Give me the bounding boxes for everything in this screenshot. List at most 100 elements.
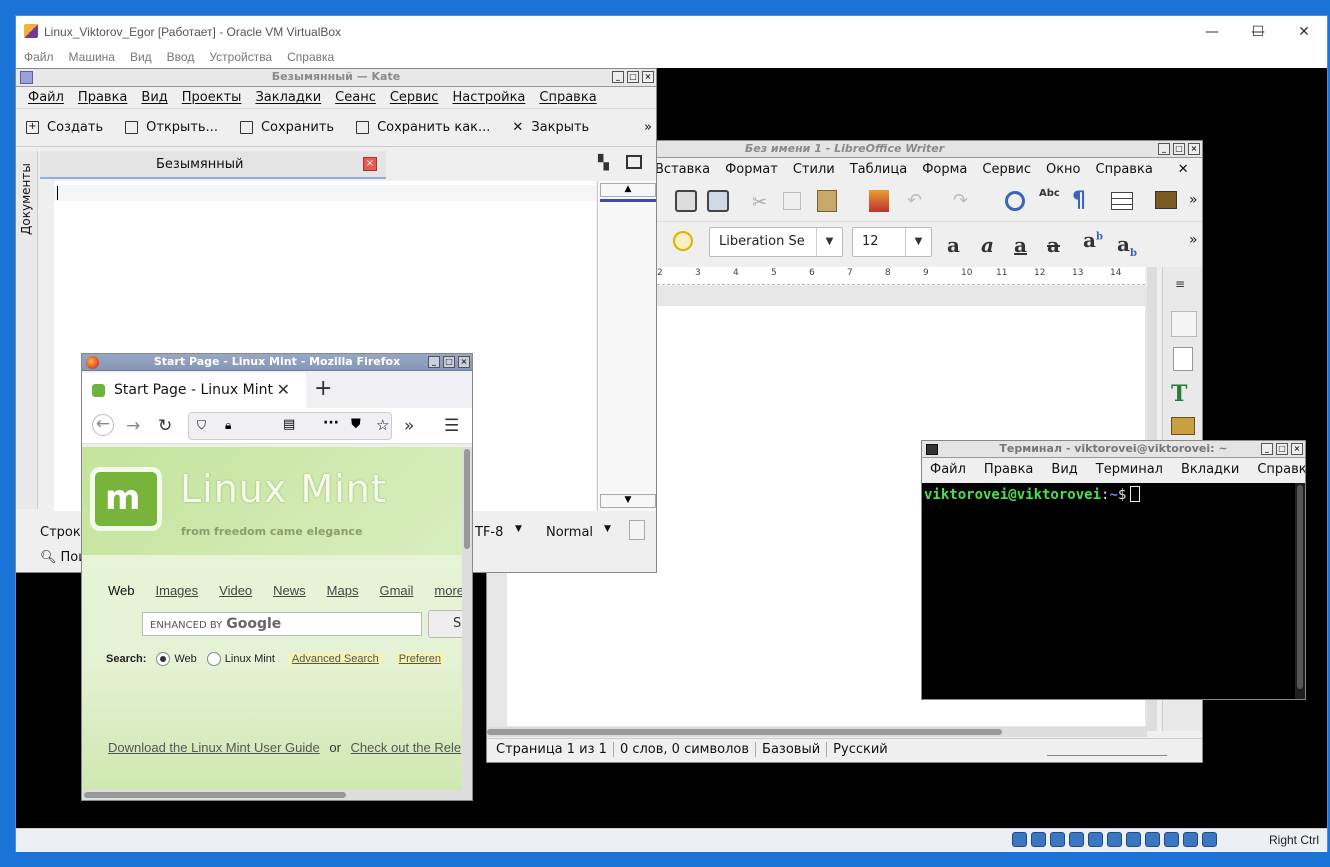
horizontal-ruler[interactable]: 2 3 4 5 6 7 8 9 10 11 12 13 14: [657, 267, 1145, 285]
terminal-output[interactable]: viktorovei@viktorovei:~$: [922, 483, 1305, 699]
forward-icon[interactable]: →: [126, 416, 140, 436]
save-button[interactable]: Сохранить: [239, 120, 334, 135]
terminal-menu-file[interactable]: Файл: [930, 458, 966, 482]
writer-close-button[interactable]: ×: [1188, 143, 1200, 155]
kate-menu-view[interactable]: Вид: [141, 87, 167, 108]
kate-menu-session[interactable]: Сеанс: [335, 87, 376, 108]
tab-close-icon[interactable]: ✕: [277, 380, 290, 399]
radio-web[interactable]: [156, 652, 171, 666]
horizontal-scrollbar[interactable]: [487, 727, 1147, 737]
link-images[interactable]: Images: [156, 583, 199, 598]
scrollbar-thumb[interactable]: [464, 449, 470, 549]
sidebar-menu-icon[interactable]: ≡: [1175, 277, 1185, 291]
kate-menu-projects[interactable]: Проекты: [182, 87, 242, 108]
writer-menu-form[interactable]: Форма: [922, 158, 967, 182]
underline-icon[interactable]: a: [1014, 233, 1027, 257]
link-more[interactable]: more: [434, 583, 462, 598]
kate-close-button[interactable]: ×: [642, 71, 654, 83]
vbox-menu-machine[interactable]: Машина: [69, 48, 115, 68]
styles-sidebar-icon[interactable]: T: [1171, 381, 1187, 407]
terminal-maximize-button[interactable]: □: [1276, 443, 1288, 455]
gallery-icon[interactable]: [1171, 417, 1195, 435]
search-submit-button[interactable]: S: [428, 610, 462, 638]
formatting-marks-icon[interactable]: ¶: [1072, 188, 1086, 213]
page-style[interactable]: Базовый: [762, 742, 828, 757]
mouse-integration-icon[interactable]: [1183, 832, 1198, 847]
toolbar-overflow-icon[interactable]: »: [1189, 232, 1198, 248]
radio-linux-mint[interactable]: [206, 652, 221, 666]
toolbar-overflow-button[interactable]: »: [644, 120, 652, 135]
italic-icon[interactable]: a: [981, 233, 994, 257]
video-capture-icon[interactable]: [1145, 832, 1160, 847]
new-tab-icon[interactable]: +: [314, 376, 332, 401]
kate-menu-bookmarks[interactable]: Закладки: [255, 87, 321, 108]
network-icon[interactable]: [1069, 832, 1084, 847]
terminal-scrollbar[interactable]: [1295, 483, 1305, 699]
vbox-menu-devices[interactable]: Устройства: [209, 48, 272, 68]
scrollbar-thumb[interactable]: [1297, 485, 1303, 689]
document-tab[interactable]: Безымянный ×: [40, 151, 386, 179]
document-icon[interactable]: [629, 520, 645, 540]
maximize-button-host[interactable]: ☐: [1235, 16, 1281, 48]
kate-menu-help[interactable]: Справка: [539, 87, 596, 108]
writer-menu-styles[interactable]: Стили: [793, 158, 835, 182]
terminal-menu-terminal[interactable]: Терминал: [1096, 458, 1163, 482]
minimap-scrollbar[interactable]: ▲ ▼: [597, 181, 656, 511]
link-video[interactable]: Video: [219, 583, 252, 598]
usb-icon[interactable]: [1088, 832, 1103, 847]
terminal-menu-help[interactable]: Справка: [1257, 458, 1305, 482]
chevron-down-icon[interactable]: ▼: [604, 524, 611, 534]
kate-menu-tools[interactable]: Сервис: [390, 87, 439, 108]
link-news[interactable]: News: [273, 583, 306, 598]
scrollbar-thumb[interactable]: [84, 792, 346, 798]
clone-formatting-icon[interactable]: [869, 190, 889, 212]
audio-icon[interactable]: [1050, 832, 1065, 847]
display-icon[interactable]: [1126, 832, 1141, 847]
redo-icon[interactable]: ↷: [953, 190, 968, 211]
subscript-icon[interactable]: ab: [1117, 232, 1137, 259]
copy-icon[interactable]: [783, 192, 801, 210]
insert-table-icon[interactable]: [1111, 192, 1133, 210]
tab-start-page[interactable]: Start Page - Linux Mint ✕: [82, 373, 306, 408]
firefox-minimize-button[interactable]: _: [428, 356, 440, 368]
kate-maximize-button[interactable]: □: [627, 71, 639, 83]
writer-menu-insert[interactable]: Вставка: [655, 158, 710, 182]
toolbar-overflow-icon[interactable]: »: [1189, 192, 1198, 208]
release-notes-link[interactable]: Check out the Rele: [351, 740, 462, 755]
chevron-down-icon[interactable]: ▼: [515, 524, 522, 534]
writer-minimize-button[interactable]: _: [1158, 143, 1170, 155]
font-name-combo[interactable]: Liberation Se ▼: [709, 227, 843, 257]
search-button[interactable]: 🔍︎ Пои: [40, 550, 87, 565]
writer-menu-close-icon[interactable]: ✕: [1178, 158, 1189, 182]
superscript-icon[interactable]: ab: [1083, 228, 1103, 252]
terminal-menu-edit[interactable]: Правка: [984, 458, 1033, 482]
close-button-host[interactable]: ✕: [1281, 16, 1327, 48]
open-button[interactable]: Открыть...: [125, 120, 218, 135]
minimap-viewport[interactable]: [600, 199, 656, 202]
print-preview-icon[interactable]: [707, 190, 729, 212]
keyboard-icon[interactable]: [1202, 832, 1217, 847]
horizontal-scrollbar[interactable]: [82, 790, 472, 800]
preferences-link[interactable]: Preferen: [395, 653, 444, 665]
strikethrough-icon[interactable]: a: [1047, 233, 1060, 257]
insert-image-icon[interactable]: [1155, 191, 1177, 209]
link-web[interactable]: Web: [108, 583, 135, 598]
writer-menu-help[interactable]: Справка: [1096, 158, 1153, 182]
terminal-menu-tabs[interactable]: Вкладки: [1181, 458, 1239, 482]
lock-icon[interactable]: 🔒︎: [225, 418, 231, 433]
tab-close-icon[interactable]: ×: [363, 157, 377, 171]
shared-folders-icon[interactable]: [1107, 832, 1122, 847]
reader-view-icon[interactable]: ▤: [283, 417, 295, 432]
chevron-down-icon[interactable]: ▼: [816, 228, 842, 256]
writer-menu-tools[interactable]: Сервис: [982, 158, 1031, 182]
zoom-slider[interactable]: [1047, 744, 1167, 756]
spelling-icon[interactable]: Abc: [1039, 188, 1060, 199]
properties-icon[interactable]: [1171, 311, 1197, 337]
cut-icon[interactable]: ✂: [752, 192, 767, 213]
firefox-titlebar[interactable]: Start Page - Linux Mint - Mozilla Firefo…: [82, 354, 472, 371]
kate-titlebar[interactable]: Безымянный — Kate _ □ ×: [16, 69, 656, 87]
kate-menu-settings[interactable]: Настройка: [452, 87, 525, 108]
documents-tab[interactable]: Документы: [19, 155, 33, 235]
vertical-scrollbar[interactable]: [462, 447, 472, 790]
url-bar[interactable]: ⛉ 🔒︎ ▤ ··· ⛊ ☆: [188, 412, 392, 440]
